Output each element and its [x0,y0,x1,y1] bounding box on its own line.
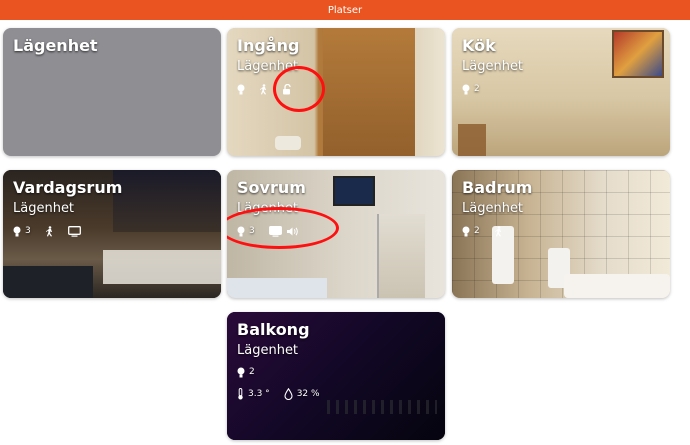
window-titlebar: Platser [0,0,690,20]
motion-icon [494,225,503,237]
humidity-value: 32 % [296,389,320,399]
light-count: 3 [25,226,31,236]
motion-icon [259,83,268,95]
place-name: Vardagsrum [13,178,123,197]
status-row: 3 [13,224,81,238]
humidity-drop-icon [284,388,293,400]
place-name: Balkong [237,320,310,339]
window-title: Platser [327,4,363,16]
phone [275,136,301,150]
place-card-vardagsrum[interactable]: Vardagsrum Lägenhet 3 [3,170,221,298]
window-light [113,170,221,232]
place-card-lagenhet[interactable]: Lägenhet [3,28,221,156]
place-name: Badrum [462,178,533,197]
monitor [333,176,375,206]
place-card-ingang[interactable]: Ingång Lägenhet [227,28,445,156]
place-subtitle: Lägenhet [462,59,524,74]
place-card-balkong[interactable]: Balkong Lägenhet 2 3.3 ° 32 % [227,312,445,440]
place-name: Sovrum [237,178,306,197]
temperature-value: 3.3 ° [248,389,270,399]
place-name: Kök [462,36,496,55]
sensor-row: 3.3 ° 32 % [237,387,320,401]
place-card-kok[interactable]: Kök Lägenhet 2 [452,28,670,156]
motion-icon [45,225,54,237]
lightbulb-icon [13,226,21,237]
door [323,28,415,156]
chair [458,124,486,156]
thermometer-icon [237,388,244,400]
tv-icon [67,225,81,237]
sink [564,274,670,298]
place-name: Ingång [237,36,300,55]
bookshelf [377,214,425,298]
bed [227,278,327,298]
place-card-sovrum[interactable]: Sovrum Lägenhet 3 [227,170,445,298]
sofa [3,266,93,298]
radiator [103,250,221,284]
place-subtitle: Lägenhet [13,201,75,216]
lightbulb-icon [462,84,470,95]
light-count: 2 [249,367,255,377]
place-name: Lägenhet [13,36,98,55]
place-card-badrum[interactable]: Badrum Lägenhet 2 [452,170,670,298]
night-lights [327,400,437,414]
status-row: 2 [462,224,503,238]
light-count: 2 [474,84,480,94]
status-row: 2 [462,82,480,96]
light-count: 2 [474,226,480,236]
lightbulb-icon [462,226,470,237]
annotation-circle [273,66,325,112]
status-row: 2 [237,365,255,379]
wall-painting [612,30,664,78]
lightbulb-icon [237,84,245,95]
place-subtitle: Lägenhet [462,201,524,216]
places-grid: Lägenhet Ingång Lägenhet Kök Lägenhet 2 … [0,20,690,445]
lightbulb-icon [237,367,245,378]
place-subtitle: Lägenhet [237,343,299,358]
